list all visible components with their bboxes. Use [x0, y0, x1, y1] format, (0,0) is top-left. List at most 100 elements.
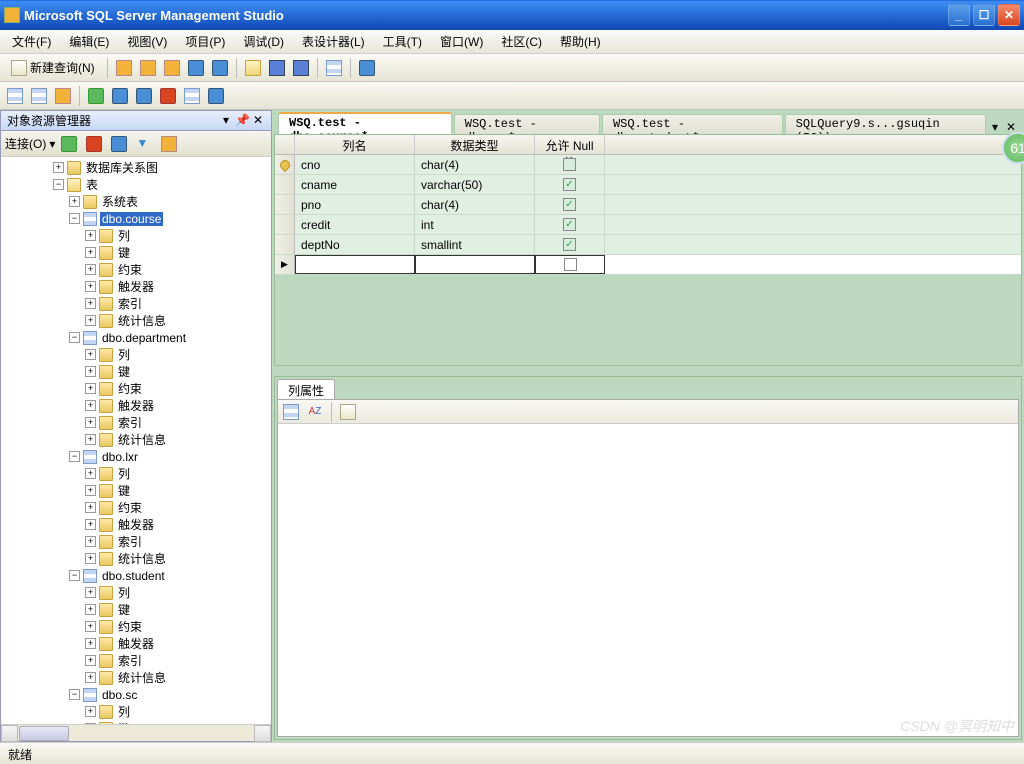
cell-type[interactable]: char(4)	[415, 195, 535, 214]
cell-name-input[interactable]	[295, 255, 415, 274]
tree-node[interactable]: +键	[1, 244, 271, 261]
tree-node[interactable]: +索引	[1, 652, 271, 669]
row-selector[interactable]	[275, 195, 295, 214]
collapse-icon[interactable]: −	[69, 451, 80, 462]
expand-icon[interactable]: +	[85, 553, 96, 564]
tb-btn-1[interactable]	[113, 57, 135, 79]
expand-icon[interactable]: +	[85, 706, 96, 717]
tree-node[interactable]: +触发器	[1, 635, 271, 652]
cell-null[interactable]	[535, 155, 605, 174]
menu-window[interactable]: 窗口(W)	[432, 30, 491, 53]
exp-tb-refresh[interactable]	[158, 133, 180, 155]
td-btn-9[interactable]	[205, 85, 227, 107]
tree-node[interactable]: +约束	[1, 618, 271, 635]
menu-help[interactable]: 帮助(H)	[552, 30, 609, 53]
expand-icon[interactable]: +	[85, 655, 96, 666]
tree-node[interactable]: +触发器	[1, 397, 271, 414]
expand-icon[interactable]: +	[69, 196, 80, 207]
tree-node[interactable]: +约束	[1, 499, 271, 516]
exp-tb-2[interactable]	[83, 133, 105, 155]
td-btn-4[interactable]	[85, 85, 107, 107]
close-button[interactable]: ✕	[998, 4, 1020, 26]
expand-icon[interactable]: +	[85, 400, 96, 411]
column-row[interactable]: pnochar(4) ✓	[275, 195, 1021, 215]
cell-null[interactable]	[535, 255, 605, 274]
menu-view[interactable]: 视图(V)	[119, 30, 175, 53]
tree-node[interactable]: +触发器	[1, 278, 271, 295]
tree-node[interactable]: −dbo.sc	[1, 686, 271, 703]
new-column-row[interactable]: ▶	[275, 255, 1021, 275]
null-checkbox[interactable]	[563, 158, 576, 171]
tree-node[interactable]: +统计信息	[1, 431, 271, 448]
cell-name[interactable]: pno	[295, 195, 415, 214]
tree-node[interactable]: +系统表	[1, 193, 271, 210]
column-row[interactable]: deptNosmallint✓	[275, 235, 1021, 255]
tree-node[interactable]: +数据库关系图	[1, 159, 271, 176]
expand-icon[interactable]: +	[85, 638, 96, 649]
tab-query[interactable]: SQLQuery9.s...gsuqin (56))	[785, 114, 986, 134]
cell-null[interactable]: ✓	[535, 175, 605, 194]
tb-btn-2[interactable]	[137, 57, 159, 79]
col-header-type[interactable]: 数据类型	[415, 135, 535, 154]
expand-icon[interactable]: +	[85, 281, 96, 292]
expand-icon[interactable]: +	[85, 417, 96, 428]
row-selector[interactable]	[275, 215, 295, 234]
cell-name[interactable]: credit	[295, 215, 415, 234]
expand-icon[interactable]: +	[85, 315, 96, 326]
expand-icon[interactable]: +	[85, 621, 96, 632]
tb-btn-list[interactable]	[323, 57, 345, 79]
td-btn-8[interactable]	[181, 85, 203, 107]
connect-dropdown-icon[interactable]: ▾	[49, 137, 55, 151]
tree-node[interactable]: +统计信息	[1, 669, 271, 686]
object-tree[interactable]: +数据库关系图−表+系统表−dbo.course+列+键+约束+触发器+索引+统…	[1, 157, 271, 724]
col-header-name[interactable]: 列名	[295, 135, 415, 154]
menu-edit[interactable]: 编辑(E)	[61, 30, 117, 53]
tb-btn-5[interactable]	[209, 57, 231, 79]
tb-btn-3[interactable]	[161, 57, 183, 79]
scroll-thumb[interactable]	[19, 726, 69, 741]
menu-designer[interactable]: 表设计器(L)	[294, 30, 373, 53]
row-selector[interactable]	[275, 175, 295, 194]
td-btn-2[interactable]	[28, 85, 50, 107]
menu-tools[interactable]: 工具(T)	[375, 30, 430, 53]
tree-node[interactable]: +键	[1, 482, 271, 499]
col-header-null[interactable]: 允许 Null 值	[535, 135, 605, 154]
menu-debug[interactable]: 调试(D)	[235, 30, 292, 53]
panel-close-icon[interactable]: ✕	[251, 114, 265, 128]
tree-node[interactable]: −dbo.student	[1, 567, 271, 584]
maximize-button[interactable]: ☐	[973, 4, 995, 26]
collapse-icon[interactable]: −	[69, 213, 80, 224]
save-button[interactable]	[266, 57, 288, 79]
connect-label[interactable]: 连接(O)	[5, 135, 46, 152]
menu-file[interactable]: 文件(F)	[4, 30, 59, 53]
row-selector[interactable]	[275, 155, 295, 174]
menu-project[interactable]: 项目(P)	[177, 30, 233, 53]
tree-node[interactable]: +约束	[1, 380, 271, 397]
td-btn-3[interactable]	[52, 85, 74, 107]
expand-icon[interactable]: +	[85, 672, 96, 683]
td-btn-5[interactable]	[109, 85, 131, 107]
null-checkbox[interactable]: ✓	[563, 198, 576, 211]
cell-name[interactable]: cname	[295, 175, 415, 194]
collapse-icon[interactable]: −	[69, 332, 80, 343]
tree-node[interactable]: +列	[1, 346, 271, 363]
exp-tb-3[interactable]	[108, 133, 130, 155]
null-checkbox[interactable]: ✓	[563, 178, 576, 191]
expand-icon[interactable]: +	[85, 485, 96, 496]
tabs-dropdown-icon[interactable]: ▾	[988, 120, 1002, 134]
props-page-button[interactable]	[337, 401, 359, 423]
open-button[interactable]	[242, 57, 264, 79]
expand-icon[interactable]: +	[85, 604, 96, 615]
collapse-icon[interactable]: −	[53, 179, 64, 190]
cell-name[interactable]: cno	[295, 155, 415, 174]
row-selector[interactable]	[275, 235, 295, 254]
tree-node[interactable]: +列	[1, 584, 271, 601]
td-btn-6[interactable]	[133, 85, 155, 107]
props-cat-button[interactable]	[280, 401, 302, 423]
saveall-button[interactable]	[290, 57, 312, 79]
column-row[interactable]: creditint✓	[275, 215, 1021, 235]
tab-sc[interactable]: WSQ.test - dbo.sc*	[454, 114, 600, 134]
collapse-icon[interactable]: −	[69, 570, 80, 581]
expand-icon[interactable]: +	[85, 468, 96, 479]
scroll-track[interactable]	[70, 725, 254, 741]
